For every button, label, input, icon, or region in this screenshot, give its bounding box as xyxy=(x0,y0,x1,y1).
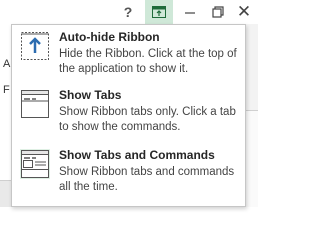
ribbon-display-options-icon xyxy=(152,6,166,18)
title-bar: ? ✕ xyxy=(0,0,258,24)
menu-item-description: Hide the Ribbon. Click at the top of the… xyxy=(59,48,237,75)
background-letter: F xyxy=(3,84,10,96)
close-icon: ✕ xyxy=(236,2,252,21)
minimize-button[interactable] xyxy=(176,0,204,24)
menu-item-show-tabs-and-commands[interactable]: Show Tabs and Commands Show Ribbon tabs … xyxy=(16,145,241,200)
menu-item-description: Show Ribbon tabs only. Click a tab to sh… xyxy=(59,106,236,133)
menu-item-auto-hide-ribbon[interactable]: Auto-hide Ribbon Hide the Ribbon. Click … xyxy=(16,27,241,82)
menu-item-description: Show Ribbon tabs and commands all the ti… xyxy=(59,166,235,193)
minimize-icon xyxy=(185,12,195,14)
show-tabs-icon xyxy=(20,89,50,119)
menu-item-title: Auto-hide Ribbon xyxy=(59,30,160,44)
menu-item-show-tabs[interactable]: Show Tabs Show Ribbon tabs only. Click a… xyxy=(16,85,241,140)
sheet-right-column xyxy=(246,110,258,207)
menu-item-title: Show Tabs and Commands xyxy=(59,148,215,162)
ribbon-display-options-button[interactable] xyxy=(145,0,173,24)
restore-button[interactable] xyxy=(204,0,232,24)
auto-hide-ribbon-icon xyxy=(20,31,50,61)
show-tabs-and-commands-icon xyxy=(20,149,50,179)
help-icon: ? xyxy=(123,4,133,20)
help-button[interactable]: ? xyxy=(114,0,142,24)
ribbon-display-options-menu: Auto-hide Ribbon Hide the Ribbon. Click … xyxy=(11,24,246,207)
close-button[interactable]: ✕ xyxy=(230,0,258,24)
menu-item-title: Show Tabs xyxy=(59,88,122,102)
background-letter: A xyxy=(3,58,11,70)
restore-icon xyxy=(212,6,224,18)
